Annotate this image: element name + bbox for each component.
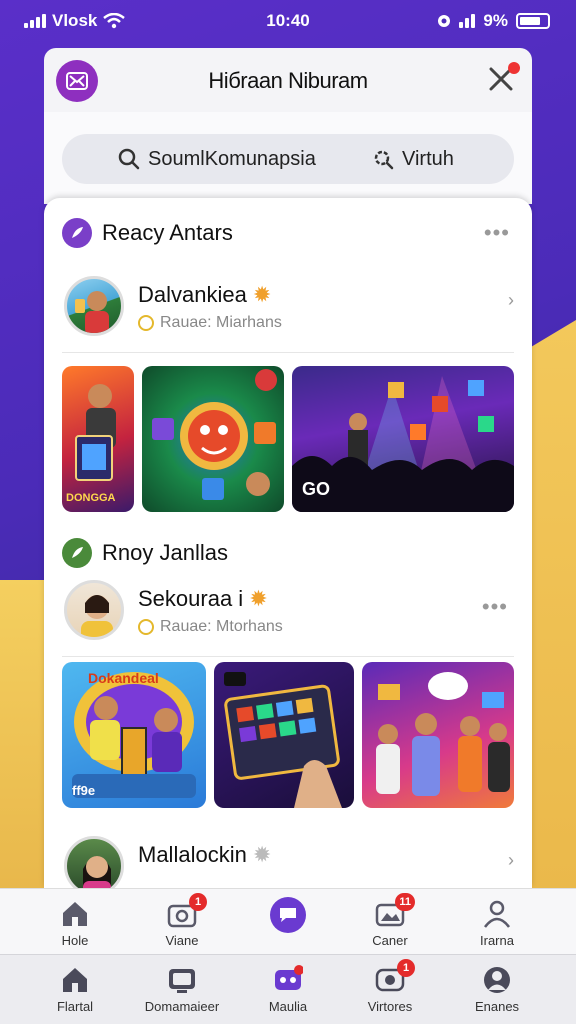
- more-options-icon[interactable]: •••: [484, 220, 510, 246]
- search-tab-right[interactable]: Virtuh: [372, 148, 454, 171]
- nav-item-camera[interactable]: 1 Viane: [127, 893, 237, 948]
- search-tab-left[interactable]: SoumlKomunapsia: [118, 148, 316, 171]
- user-row-2[interactable]: Sekouraa i ✹ Rauae: Mtorhans •••: [62, 580, 514, 644]
- user-name-text: Sekouraa i: [138, 586, 244, 611]
- cell-icon: [459, 14, 476, 28]
- section-header-1: Reacy Antars: [62, 218, 233, 248]
- feather-icon: [62, 218, 92, 248]
- media-tile-4[interactable]: Dokandeal ff9e: [62, 662, 206, 808]
- chevron-right-icon[interactable]: ›: [508, 290, 514, 311]
- search-bar[interactable]: SoumlKomunapsia Virtuh: [62, 134, 514, 184]
- user-name-text: Mallalockin: [138, 842, 247, 867]
- media-tile-5[interactable]: [214, 662, 354, 808]
- nav-item-chat[interactable]: [233, 897, 343, 933]
- divider: [62, 656, 514, 657]
- nav-item-game[interactable]: Maulia: [233, 965, 343, 1014]
- nav-item-profile[interactable]: Irarna: [442, 899, 552, 948]
- media-tile-1[interactable]: DONGGA: [62, 366, 134, 512]
- user-name: Dalvankiea ✹: [138, 282, 271, 308]
- gallery-icon: 11: [375, 893, 415, 929]
- nav-label: Maulia: [268, 999, 308, 1014]
- stream-icon: 1: [375, 959, 415, 995]
- battery-icon: [516, 13, 550, 29]
- game-icon: [273, 965, 304, 995]
- nav-label: Viane: [165, 933, 199, 948]
- user-row-1[interactable]: Dalvankiea ✹ Rauae: Miarhans ›: [62, 276, 514, 340]
- media-tile-2[interactable]: [142, 366, 284, 512]
- notification-badge: 1: [189, 893, 207, 911]
- nav-label: Hole: [61, 933, 89, 948]
- feather-icon: [62, 538, 92, 568]
- coin-icon: [138, 315, 154, 331]
- location-icon: [438, 15, 451, 27]
- nav-label: Domamaieer: [144, 999, 220, 1014]
- notification-badge: 11: [395, 893, 415, 911]
- app-header: Hiбraan Niburam: [44, 48, 532, 112]
- search-icon: [118, 148, 140, 170]
- user-name: Mallalockin ✹: [138, 842, 271, 868]
- badge-gear-icon: ✹: [252, 282, 272, 307]
- notification-badge: 1: [397, 959, 415, 977]
- user-icon: [482, 965, 512, 995]
- tile-label: ff9e: [72, 783, 96, 798]
- chevron-right-icon[interactable]: ›: [508, 850, 514, 871]
- media-tile-3[interactable]: GO: [292, 366, 514, 512]
- divider: [62, 352, 514, 353]
- media-tile-6[interactable]: [362, 662, 514, 808]
- avatar[interactable]: [64, 580, 124, 640]
- profile-icon: [482, 899, 512, 929]
- home-icon: [60, 899, 90, 929]
- search-panel: SoumlKomunapsia Virtuh: [44, 112, 532, 204]
- status-bar: Vlosk 10:40 9%: [0, 0, 576, 44]
- avatar[interactable]: [64, 836, 124, 888]
- section-header-2: Rnoy Janllas: [62, 538, 228, 568]
- page-title: Hiбraan Niburam: [208, 68, 368, 93]
- search-left-label: SoumlKomunapsia: [148, 147, 316, 170]
- nav-item-user[interactable]: Enanes: [442, 965, 552, 1014]
- bottom-nav-primary: Hole 1 Viane 11 Caner Irarna: [0, 888, 576, 954]
- gear-search-icon: [374, 150, 394, 170]
- feed-panel: Reacy Antars ••• Dalvankiea ✹ Rauae: Miar…: [44, 198, 532, 888]
- user-subtitle-text: Rauae: Mtorhans: [160, 618, 283, 635]
- user-row-3[interactable]: Mallalockin ✹ ›: [62, 836, 514, 888]
- section-title: Reacy Antars: [102, 220, 233, 245]
- nav-label: Caner: [372, 933, 408, 948]
- camera-icon: 1: [167, 893, 207, 929]
- nav-label: Virtores: [367, 999, 413, 1014]
- battery-label: 9%: [483, 11, 508, 30]
- coin-icon: [138, 619, 154, 635]
- badge-gear-icon: ✹: [252, 842, 272, 867]
- tv-icon: [167, 965, 197, 995]
- nav-label: Flartal: [56, 999, 94, 1014]
- tile-label: Dokandeal: [88, 670, 159, 686]
- nav-item-gallery[interactable]: 11 Caner: [335, 893, 445, 948]
- bottom-nav-secondary: Flartal Domamaieer Maulia 1 Virtores Ena…: [0, 954, 576, 1024]
- section-title: Rnoy Janllas: [102, 540, 228, 565]
- nav-label: Enanes: [474, 999, 520, 1014]
- user-subtitle-text: Rauae: Miarhans: [160, 314, 282, 331]
- nav-item-stream[interactable]: 1 Virtores: [335, 959, 445, 1014]
- nav-item-home-2[interactable]: Flartal: [20, 965, 130, 1014]
- avatar[interactable]: [64, 276, 124, 336]
- nav-item-tv[interactable]: Domamaieer: [127, 965, 237, 1014]
- user-name-text: Dalvankiea: [138, 282, 247, 307]
- home-icon: [60, 965, 90, 995]
- search-right-label: Virtuh: [402, 147, 454, 170]
- status-right: 9%: [437, 11, 550, 31]
- nav-item-home[interactable]: Hole: [20, 899, 130, 948]
- more-options-icon[interactable]: •••: [482, 594, 508, 620]
- chat-icon: [270, 897, 306, 933]
- badge-gear-icon: ✹: [249, 586, 268, 611]
- nav-label: Irarna: [480, 933, 514, 948]
- user-subtitle: Rauae: Mtorhans: [138, 618, 283, 636]
- tile-label: DONGGA: [66, 492, 116, 504]
- notification-dot: [508, 62, 520, 74]
- tile-caption: GO: [302, 479, 331, 499]
- user-subtitle: Rauae: Miarhans: [138, 314, 282, 332]
- user-name: Sekouraa i ✹: [138, 586, 268, 612]
